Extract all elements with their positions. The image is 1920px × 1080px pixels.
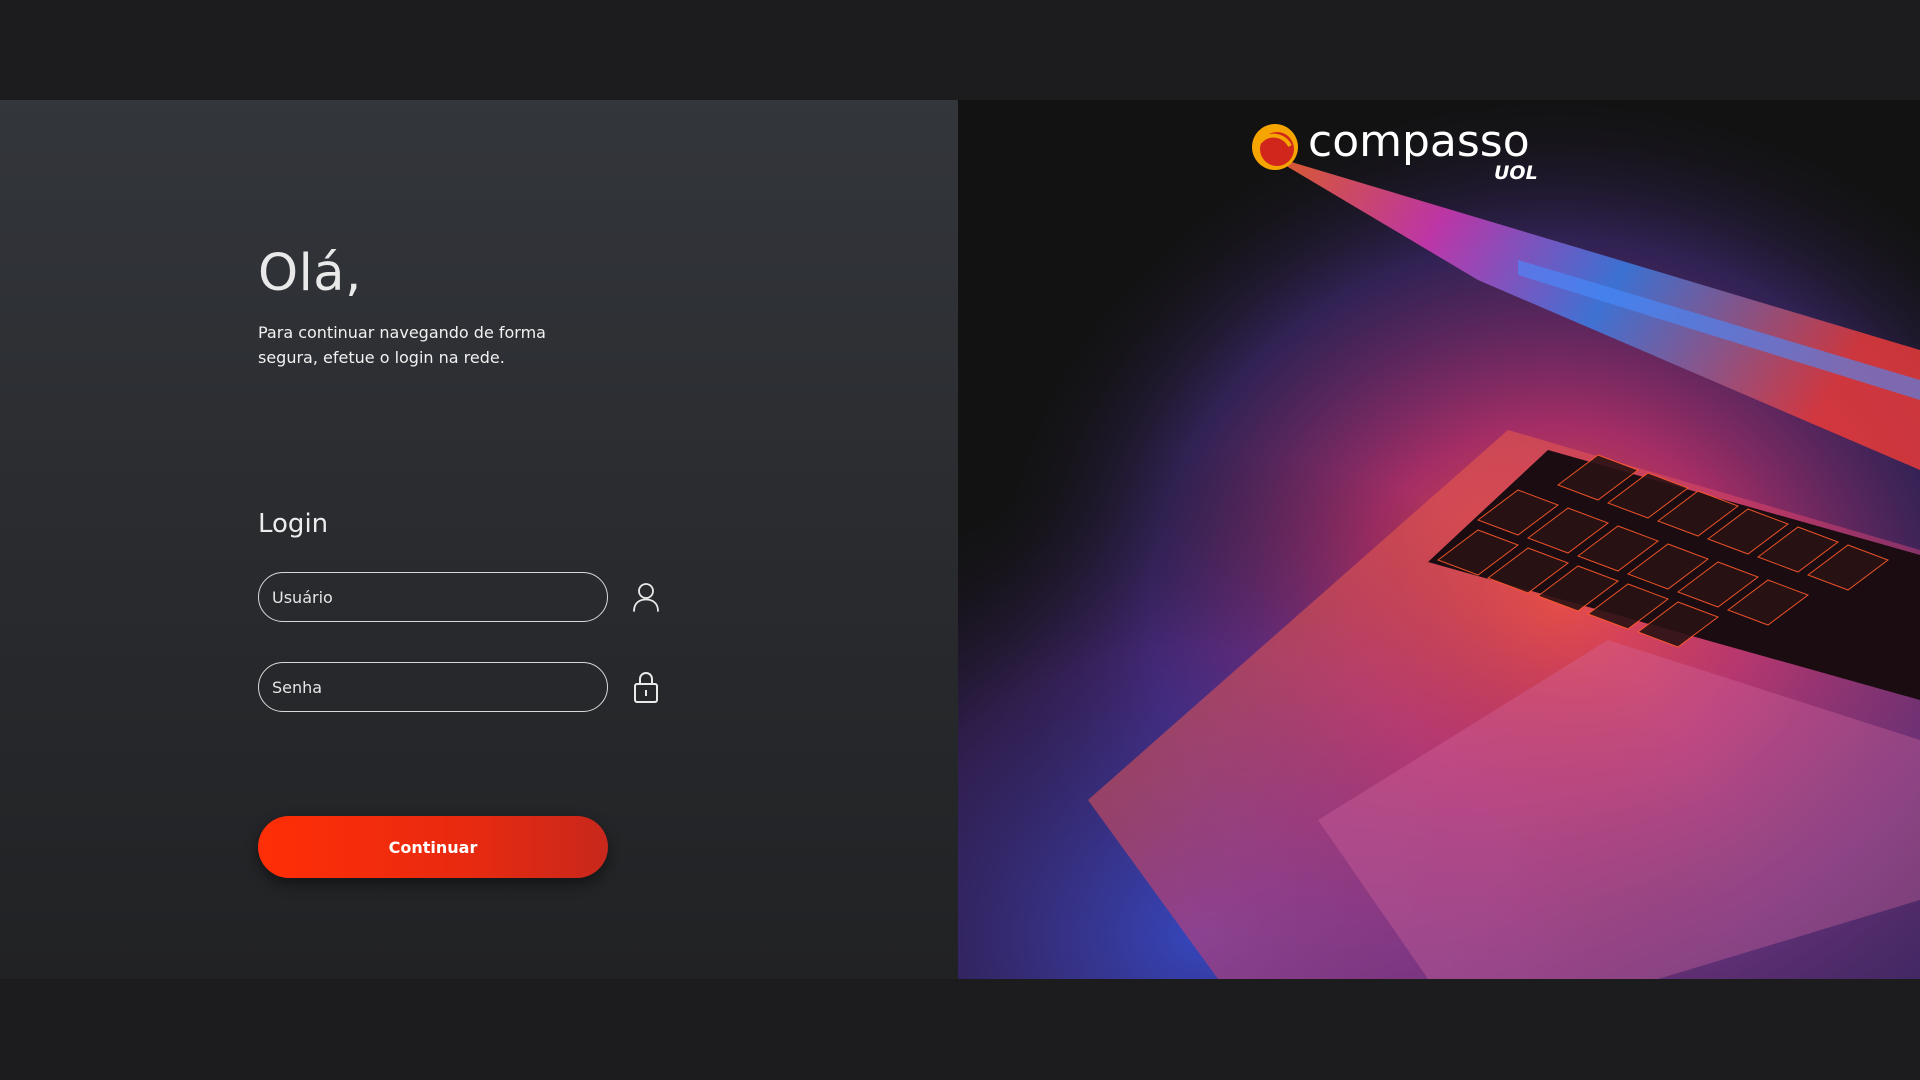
logo-wordmark: compasso	[1308, 116, 1530, 167]
password-input[interactable]	[258, 662, 608, 712]
username-input[interactable]	[258, 572, 608, 622]
lock-icon	[631, 670, 661, 703]
login-title: Login	[258, 509, 329, 539]
compasso-logo-mark-icon	[1250, 122, 1300, 172]
compasso-uol-logo: compasso UOL	[1250, 116, 1550, 190]
top-band	[0, 0, 1920, 100]
user-icon	[631, 581, 661, 613]
greeting-subtitle: Para continuar navegando de forma segura…	[258, 323, 546, 367]
hero-image	[958, 100, 1920, 979]
greeting-heading: Olá,	[258, 244, 362, 303]
logo-subbrand: UOL	[1494, 162, 1538, 184]
continue-button[interactable]: Continuar	[258, 816, 608, 878]
bottom-band	[0, 979, 1920, 1080]
